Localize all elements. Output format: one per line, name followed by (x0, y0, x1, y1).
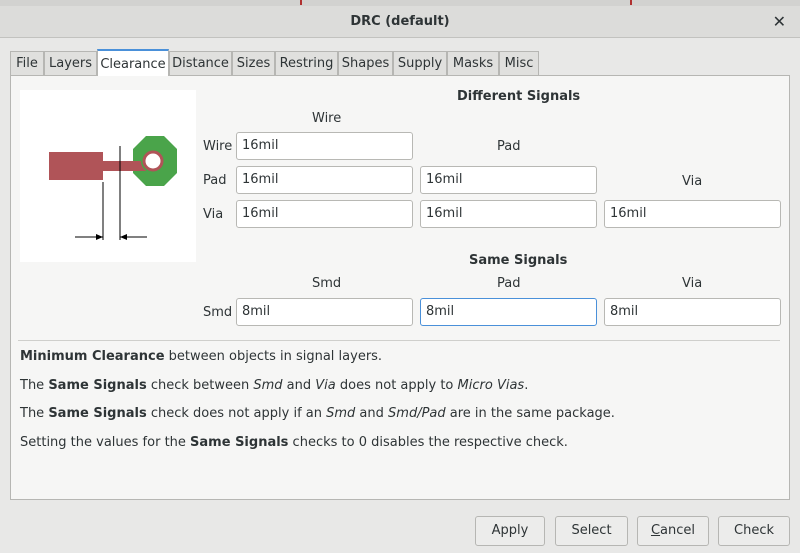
pad-drill-hole (142, 150, 164, 172)
smd-via-clearance-input[interactable]: 8mil (604, 298, 781, 326)
same-signals-heading: Same Signals (469, 253, 568, 268)
via-wire-clearance-input[interactable]: 16mil (236, 200, 413, 228)
column-label-same-pad: Pad (497, 276, 521, 291)
wire-shape (49, 152, 103, 180)
smd-smd-clearance-input[interactable]: 8mil (236, 298, 413, 326)
tab-file[interactable]: File (10, 51, 44, 76)
tab-supply[interactable]: Supply (393, 51, 447, 76)
tab-shapes[interactable]: Shapes (338, 51, 393, 76)
info-line-4: Setting the values for the Same Signals … (20, 435, 568, 450)
tab-distance[interactable]: Distance (169, 51, 232, 76)
smd-pad-clearance-input[interactable]: 8mil (420, 298, 597, 326)
row-label-via: Via (203, 207, 224, 222)
background-mark (630, 0, 632, 5)
column-label-pad: Pad (497, 139, 521, 154)
different-signals-heading: Different Signals (457, 89, 581, 104)
tab-clearance[interactable]: Clearance (97, 49, 169, 76)
column-label-smd: Smd (312, 276, 342, 291)
pad-pad-clearance-input[interactable]: 16mil (420, 166, 597, 194)
select-button[interactable]: Select (555, 516, 628, 546)
background-mark (300, 0, 302, 5)
cancel-button[interactable]: Cancel (637, 516, 709, 546)
row-label-wire: Wire (203, 139, 233, 154)
info-line-2: The Same Signals check between Smd and V… (20, 378, 529, 393)
tab-layers[interactable]: Layers (44, 51, 97, 76)
column-label-same-via: Via (682, 276, 703, 291)
via-via-clearance-input[interactable]: 16mil (604, 200, 781, 228)
info-line-1: Minimum Clearance between objects in sig… (20, 349, 383, 364)
via-pad-clearance-input[interactable]: 16mil (420, 200, 597, 228)
apply-button[interactable]: Apply (475, 516, 545, 546)
clearance-diagram (20, 90, 196, 262)
check-button[interactable]: Check (718, 516, 790, 546)
row-label-pad: Pad (203, 173, 227, 188)
tab-sizes[interactable]: Sizes (232, 51, 275, 76)
tab-misc[interactable]: Misc (499, 51, 539, 76)
wire-trace-shape (103, 161, 147, 171)
close-icon[interactable]: ✕ (773, 12, 786, 31)
row-label-smd: Smd (203, 305, 233, 320)
tab-restring[interactable]: Restring (275, 51, 338, 76)
info-line-3: The Same Signals check does not apply if… (20, 406, 615, 421)
window-title: DRC (default) (350, 14, 450, 29)
column-label-via: Via (682, 174, 703, 189)
pad-wire-clearance-input[interactable]: 16mil (236, 166, 413, 194)
column-label-wire: Wire (312, 111, 342, 126)
tab-masks[interactable]: Masks (447, 51, 499, 76)
title-bar: DRC (default) ✕ (0, 6, 800, 38)
separator (18, 340, 780, 341)
wire-wire-clearance-input[interactable]: 16mil (236, 132, 413, 160)
